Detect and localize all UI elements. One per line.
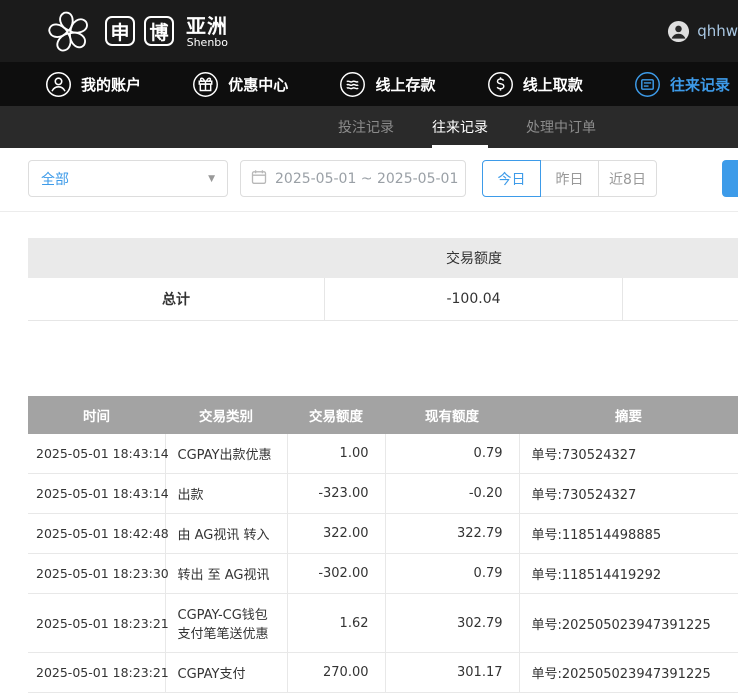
chevron-down-icon: ▼ [208,174,215,184]
withdraw-icon [487,71,514,98]
subnav-tab[interactable]: 往来记录 [432,106,488,148]
table-cell: 1.62 [287,594,385,653]
table-cell: 322.00 [287,514,385,554]
date-range-input[interactable]: 2025-05-01 ~ 2025-05-01 [240,160,466,197]
summary-header-row: 交易额度 [28,238,738,278]
records-table-body: 2025-05-01 18:43:14CGPAY出款优惠1.000.79单号:7… [28,434,738,693]
nav-item-deposit[interactable]: 线上存款 [339,71,435,98]
table-cell: 301.17 [385,653,519,693]
top-header: 申 博 亚洲 Shenbo qhhw [0,0,738,62]
table-cell: 转出 至 AG视讯 [165,554,287,594]
table-cell: 2025-05-01 18:23:21 [28,653,165,693]
username: qhhw [697,22,738,40]
calendar-icon [251,169,267,189]
quick-date-buttons: 今日昨日近8日 [482,160,657,197]
records-table: 时间交易类别交易额度现有额度摘要 2025-05-01 18:43:14CGPA… [28,396,738,693]
category-select[interactable]: 全部 ▼ [28,160,228,197]
user-avatar-icon [667,20,690,43]
subnav-tab[interactable]: 处理中订单 [526,106,596,148]
table-row: 2025-05-01 18:23:21CGPAY支付270.00301.17单号… [28,653,738,693]
table-cell: 270.00 [287,653,385,693]
summary-header-amount: 交易额度 [325,238,623,278]
column-header: 现有额度 [385,396,519,434]
subnav-tab[interactable]: 投注记录 [338,106,394,148]
table-cell: 2025-05-01 18:23:21 [28,594,165,653]
summary-total-label: 总计 [28,278,325,320]
nav-item-gift[interactable]: 优惠中心 [192,71,288,98]
summary-total-row: 总计 -100.04 [28,278,738,321]
filter-bar: 全部 ▼ 2025-05-01 ~ 2025-05-01 今日昨日近8日 [0,148,738,212]
nav-item-withdraw[interactable]: 线上取款 [487,71,583,98]
quick-date-button[interactable]: 昨日 [540,160,599,197]
nav-item-label: 我的账户 [81,74,141,95]
table-cell: 单号:730524327 [519,434,738,474]
table-cell: -323.00 [287,474,385,514]
table-cell: 322.79 [385,514,519,554]
column-header: 交易类别 [165,396,287,434]
account-area[interactable]: qhhw [667,20,738,43]
brand-region-text: 亚洲 [186,15,228,37]
quick-date-button[interactable]: 近8日 [598,160,657,197]
table-cell: 2025-05-01 18:43:14 [28,474,165,514]
table-cell: 单号:202505023947391225 [519,653,738,693]
user-icon [45,71,72,98]
table-cell: CGPAY出款优惠 [165,434,287,474]
column-header: 交易额度 [287,396,385,434]
table-row: 2025-05-01 18:43:14CGPAY出款优惠1.000.79单号:7… [28,434,738,474]
table-cell: 0.79 [385,554,519,594]
flower-logo-icon [42,6,96,56]
table-cell: 单号:118514498885 [519,514,738,554]
brand-subtitle: Shenbo [186,37,228,48]
date-range-value: 2025-05-01 ~ 2025-05-01 [275,171,458,187]
table-cell: 出款 [165,474,287,514]
table-row: 2025-05-01 18:23:21CGPAY-CG钱包支付笔笔送优惠1.62… [28,594,738,653]
nav-item-records[interactable]: 往来记录 [634,71,730,98]
brand-region-block: 亚洲 Shenbo [186,15,228,48]
table-cell: 302.79 [385,594,519,653]
table-row: 2025-05-01 18:43:14出款-323.00-0.20单号:7305… [28,474,738,514]
column-header: 摘要 [519,396,738,434]
sub-nav: 投注记录往来记录处理中订单 [0,106,738,148]
main-nav: 我的账户 优惠中心 线上存款 线上取款 往来记录 [0,62,738,106]
nav-item-label: 优惠中心 [228,74,288,95]
table-cell: -302.00 [287,554,385,594]
deposit-icon [339,71,366,98]
table-cell: CGPAY-CG钱包支付笔笔送优惠 [165,594,287,653]
nav-item-user[interactable]: 我的账户 [45,71,141,98]
nav-item-label: 线上取款 [523,74,583,95]
column-header: 时间 [28,396,165,434]
table-cell: 0.79 [385,434,519,474]
gift-icon [192,71,219,98]
table-cell: 单号:118514419292 [519,554,738,594]
search-button[interactable] [722,160,738,197]
table-cell: 由 AG视讯 转入 [165,514,287,554]
quick-date-button[interactable]: 今日 [482,160,541,197]
records-table-head-row: 时间交易类别交易额度现有额度摘要 [28,396,738,434]
table-row: 2025-05-01 18:42:48由 AG视讯 转入322.00322.79… [28,514,738,554]
table-cell: 单号:202505023947391225 [519,594,738,653]
table-cell: 2025-05-01 18:23:30 [28,554,165,594]
summary-total-empty [623,278,738,320]
table-cell: 2025-05-01 18:42:48 [28,514,165,554]
category-select-value: 全部 [41,169,69,189]
table-cell: 1.00 [287,434,385,474]
table-cell: 单号:730524327 [519,474,738,514]
table-cell: -0.20 [385,474,519,514]
summary-table: 交易额度 总计 -100.04 [28,238,738,321]
brand-char-shen: 申 [105,16,135,46]
records-icon [634,71,661,98]
table-cell: 2025-05-01 18:43:14 [28,434,165,474]
summary-total-value: -100.04 [325,278,623,320]
summary-header-empty [28,238,325,278]
brand-logo: 申 博 亚洲 Shenbo [42,6,228,56]
brand-char-bo: 博 [144,16,174,46]
nav-item-label: 线上存款 [375,74,435,95]
table-row: 2025-05-01 18:23:30转出 至 AG视讯-302.000.79单… [28,554,738,594]
table-cell: CGPAY支付 [165,653,287,693]
nav-item-label: 往来记录 [670,74,730,95]
summary-header-empty-right [623,238,738,278]
